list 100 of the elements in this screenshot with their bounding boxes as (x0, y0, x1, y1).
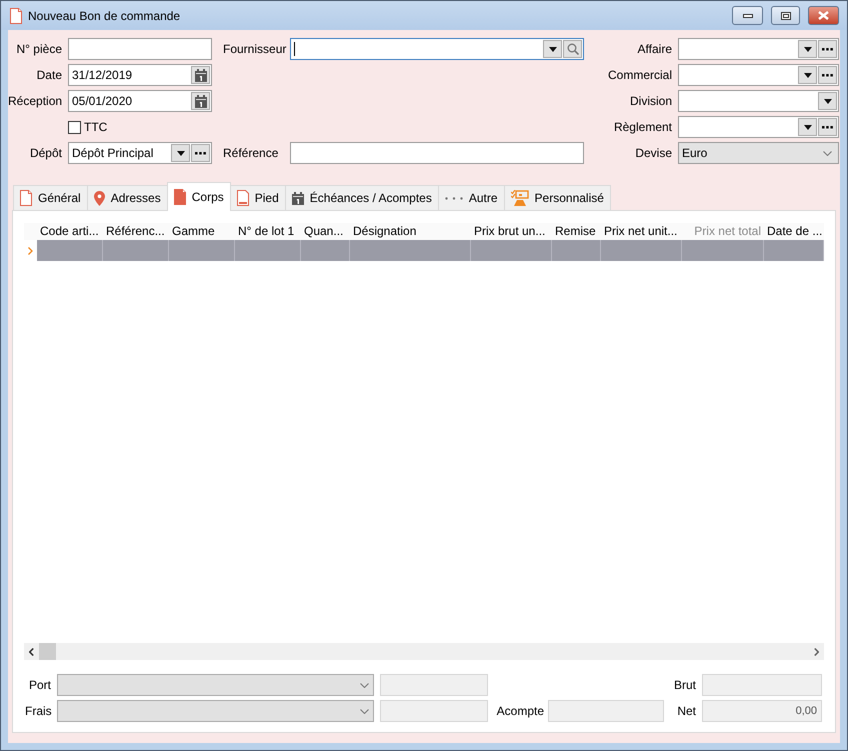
column-header[interactable]: Désignation (350, 223, 471, 240)
calendar-icon (194, 68, 206, 82)
field-label: Date (36, 68, 62, 82)
tab[interactable]: Corps (166, 182, 231, 211)
dropdown-button[interactable] (798, 40, 817, 58)
combo-field[interactable] (678, 90, 839, 112)
tab[interactable]: Adresses (86, 185, 168, 211)
column-header[interactable]: Code arti... (37, 223, 103, 240)
ellipsis-icon (195, 152, 206, 154)
close-button[interactable] (808, 6, 839, 25)
dropdown-arrow-icon (824, 98, 832, 104)
field-label: Dépôt (28, 146, 62, 160)
chevron-down-icon (360, 708, 369, 714)
checklist-icon (510, 190, 529, 206)
column-header[interactable]: Prix brut un... (471, 223, 552, 240)
more-button[interactable] (818, 118, 837, 136)
search-icon (566, 43, 578, 55)
column-header[interactable]: Gamme (169, 223, 235, 240)
field-label: Brut (672, 678, 696, 692)
document-icon (174, 189, 186, 205)
column-header[interactable]: Quan... (301, 223, 350, 240)
document-icon (10, 8, 22, 24)
document-icon (20, 190, 32, 206)
select-field[interactable]: Euro (678, 142, 839, 164)
scroll-left-icon (29, 648, 34, 656)
chevron-down-icon (823, 150, 832, 156)
column-header[interactable]: Référenc... (103, 223, 169, 240)
tab[interactable]: Autre (438, 185, 505, 211)
more-button[interactable] (818, 40, 837, 58)
combo-field[interactable] (678, 64, 839, 86)
amount-field: 0,00 (702, 700, 822, 722)
combo-field[interactable] (678, 116, 839, 138)
table-cell (103, 240, 169, 261)
tab[interactable]: Échéances / Acomptes (284, 185, 439, 211)
column-header[interactable]: Prix net unit... (601, 223, 682, 240)
field-label: Référence (222, 146, 280, 160)
ellipsis-icon (822, 74, 833, 76)
minimize-button[interactable] (732, 6, 763, 25)
date-field[interactable]: 05/01/2020 (68, 90, 212, 112)
field-label: Acompte (496, 704, 544, 718)
field-label: Réception (8, 94, 62, 108)
scrollbar-thumb[interactable] (39, 643, 56, 660)
calendar-icon (194, 94, 206, 108)
field-label: Port (28, 678, 51, 692)
close-icon (818, 11, 829, 20)
field-label: Division (628, 94, 672, 108)
text-field[interactable] (290, 142, 584, 164)
column-header[interactable]: Date de ... (764, 223, 824, 240)
column-header[interactable]: N° de lot 1 (235, 223, 301, 240)
chevron-down-icon (360, 682, 369, 688)
dropdown-button[interactable] (818, 92, 837, 110)
field-value: Euro (682, 146, 708, 160)
table-cell (301, 240, 350, 261)
calendar-icon (292, 192, 304, 204)
minimize-icon (742, 14, 752, 18)
horizontal-scrollbar[interactable] (24, 643, 824, 660)
dropdown-arrow-icon (804, 46, 812, 52)
select-field[interactable] (57, 700, 374, 722)
field-label: Règlement (612, 120, 672, 134)
checkbox-label: TTC (84, 120, 108, 134)
field-value: 05/01/2020 (72, 94, 132, 108)
tab[interactable]: Pied (230, 185, 286, 211)
select-field[interactable] (57, 674, 374, 696)
calendar-button[interactable] (191, 66, 210, 84)
dropdown-button[interactable] (798, 66, 817, 84)
dropdown-button[interactable] (543, 40, 562, 58)
ellipsis-icon (822, 48, 833, 50)
row-indicator-icon (28, 246, 33, 254)
combo-field[interactable]: Dépôt Principal (68, 142, 212, 164)
combo-field[interactable] (678, 38, 839, 60)
field-label: Commercial (606, 68, 672, 82)
table-cell (764, 240, 824, 261)
dropdown-button[interactable] (171, 144, 190, 162)
maximize-button[interactable] (771, 6, 800, 25)
table-cell (169, 240, 235, 261)
field-label: Affaire (636, 42, 672, 56)
search-combo-field[interactable] (290, 38, 584, 60)
more-button[interactable] (818, 66, 837, 84)
tab[interactable]: Général (13, 185, 88, 211)
scroll-right-icon (814, 648, 819, 656)
date-field[interactable]: 31/12/2019 (68, 64, 212, 86)
field-label: Fournisseur (222, 42, 284, 56)
field-label: N° pièce (16, 42, 62, 56)
field-label: Frais (25, 704, 51, 718)
text-field[interactable] (68, 38, 212, 60)
document-icon (236, 190, 249, 206)
dropdown-arrow-icon (548, 46, 556, 52)
window-title: Nouveau Bon de commande (28, 8, 182, 22)
tab[interactable]: Personnalisé (504, 185, 611, 211)
dropdown-button[interactable] (798, 118, 817, 136)
dropdown-arrow-icon (804, 124, 812, 130)
calendar-button[interactable] (191, 92, 210, 110)
column-header[interactable]: Remise (552, 223, 601, 240)
table-cell (235, 240, 301, 261)
dropdown-arrow-icon (804, 72, 812, 78)
more-button[interactable] (191, 144, 210, 162)
dropdown-arrow-icon (176, 150, 184, 156)
ellipsis-icon (444, 196, 463, 200)
field-value: 31/12/2019 (72, 68, 132, 82)
checkbox[interactable] (68, 120, 81, 134)
